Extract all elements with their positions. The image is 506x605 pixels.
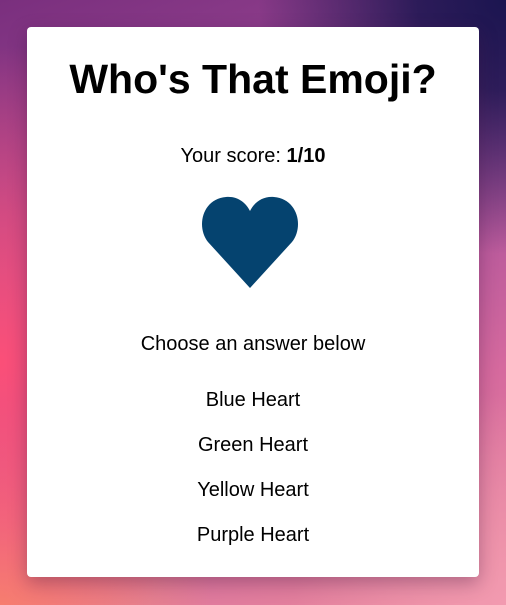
answer-list: Blue Heart Green Heart Yellow Heart Purp… xyxy=(27,388,479,568)
answer-option-green-heart[interactable]: Green Heart xyxy=(27,433,479,478)
answer-option-yellow-heart[interactable]: Yellow Heart xyxy=(27,478,479,523)
page-title: Who's That Emoji? xyxy=(69,56,437,102)
score-label: Your score: xyxy=(180,145,287,167)
quiz-card: Who's That Emoji? Your score: 1/10 Choos… xyxy=(27,27,479,577)
answer-option-purple-heart[interactable]: Purple Heart xyxy=(27,523,479,568)
answer-prompt: Choose an answer below xyxy=(140,333,366,355)
score-value: 1/10 xyxy=(286,145,326,167)
score-display: Your score: 1/10 xyxy=(27,144,479,168)
answer-option-blue-heart[interactable]: Blue Heart xyxy=(27,388,479,433)
heart-icon xyxy=(202,195,298,289)
